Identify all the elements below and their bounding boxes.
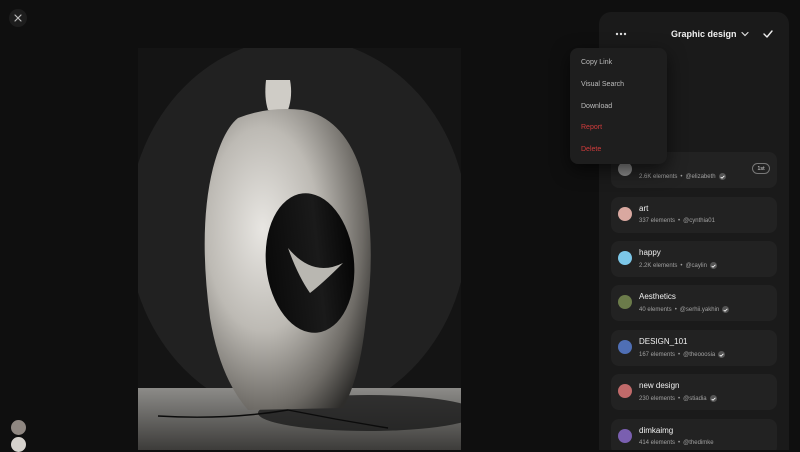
meta-separator: •: [680, 173, 683, 180]
menu-item-copy-link[interactable]: Copy Link: [581, 59, 612, 66]
board-title: Aesthetics: [639, 292, 676, 301]
close-button[interactable]: [9, 9, 27, 27]
sculpture-illustration: [138, 48, 461, 450]
board-element-count: 2.6K elements: [639, 173, 678, 180]
meta-separator: •: [678, 351, 681, 358]
meta-separator: •: [678, 218, 681, 224]
board-avatar: [618, 295, 632, 309]
board-meta: 167 elements • @theooosia: [639, 351, 726, 358]
meta-separator: •: [678, 440, 681, 446]
board-rank-badge: 1st: [752, 163, 770, 174]
board-avatar: [618, 429, 632, 443]
close-icon: [14, 14, 22, 22]
board-meta: 337 elements • @cynthia01: [639, 218, 715, 224]
meta-separator: •: [674, 306, 677, 313]
board-element-count: 40 elements: [639, 306, 672, 313]
more-options-button[interactable]: [611, 24, 631, 44]
board-title: happy: [639, 248, 661, 257]
color-swatch-1[interactable]: [11, 420, 26, 435]
verified-icon: [718, 173, 726, 180]
meta-separator: •: [680, 262, 683, 269]
board-item[interactable]: DESIGN_101 167 elements • @theooosia: [611, 330, 777, 366]
board-select-dropdown[interactable]: Graphic design: [671, 23, 749, 45]
board-meta: 414 elements • @thedimke: [639, 440, 714, 446]
board-meta: 2.6K elements • @elizabeth: [639, 173, 726, 180]
board-element-count: 167 elements: [639, 351, 676, 358]
board-owner[interactable]: @cynthia01: [683, 218, 715, 224]
board-element-count: 414 elements: [639, 440, 676, 446]
check-icon: [763, 30, 773, 38]
board-title: new design: [639, 381, 680, 390]
board-title: DESIGN_101: [639, 337, 688, 346]
board-owner[interactable]: @theooosia: [683, 352, 715, 358]
board-title: dimkaimg: [639, 426, 674, 435]
verified-icon: [718, 351, 726, 358]
board-item[interactable]: new design 230 elements • @stiadia: [611, 374, 777, 410]
verified-icon: [709, 262, 717, 269]
board-item[interactable]: Aesthetics 40 elements • @serhii.yakhin: [611, 285, 777, 321]
board-meta: 230 elements • @stiadia: [639, 395, 717, 402]
board-avatar: [618, 162, 632, 176]
verified-icon: [722, 306, 730, 313]
board-avatar: [618, 207, 632, 221]
board-element-count: 230 elements: [639, 395, 676, 402]
chevron-down-icon: [740, 31, 749, 37]
board-element-count: 337 elements: [639, 218, 676, 224]
board-owner[interactable]: @stiadia: [683, 396, 706, 402]
board-title: art: [639, 204, 649, 213]
board-owner[interactable]: @serhii.yakhin: [680, 307, 719, 313]
board-avatar: [618, 340, 632, 354]
board-avatar: [618, 251, 632, 265]
board-owner[interactable]: @elizabeth: [685, 174, 715, 180]
menu-item-download[interactable]: Download: [581, 103, 612, 110]
more-options-menu: Copy Link Visual Search Download Report Dele…: [570, 48, 667, 164]
board-item[interactable]: happy 2.2K elements • @caylin: [611, 241, 777, 277]
board-element-count: 2.2K elements: [639, 262, 678, 269]
menu-item-report[interactable]: Report: [581, 124, 602, 131]
artwork-image: [138, 48, 461, 450]
board-meta: 40 elements • @serhii.yakhin: [639, 306, 730, 313]
board-avatar: [618, 384, 632, 398]
more-horizontal-icon: [615, 32, 627, 36]
board-owner[interactable]: @caylin: [685, 263, 706, 269]
board-item[interactable]: art 337 elements • @cynthia01: [611, 197, 777, 233]
board-item[interactable]: dimkaimg 414 elements • @thedimke: [611, 419, 777, 450]
verified-icon: [709, 395, 717, 402]
board-owner[interactable]: @thedimke: [683, 440, 713, 446]
meta-separator: •: [678, 395, 681, 402]
board-select-label: Graphic design: [671, 29, 737, 39]
menu-item-visual-search[interactable]: Visual Search: [581, 81, 624, 88]
menu-item-delete[interactable]: Delete: [581, 146, 601, 153]
board-meta: 2.2K elements • @caylin: [639, 262, 717, 269]
confirm-button[interactable]: [758, 24, 778, 44]
